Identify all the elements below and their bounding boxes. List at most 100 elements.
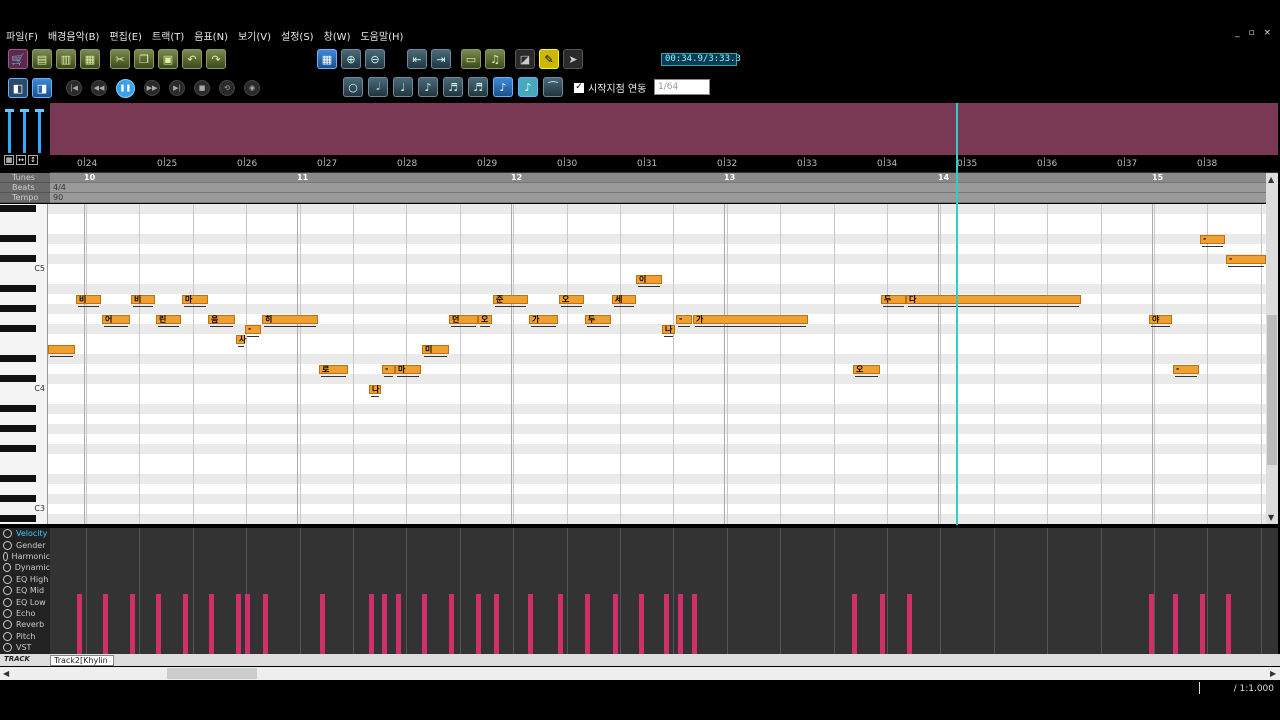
velocity-editor[interactable] <box>50 528 1278 654</box>
shift-right-icon[interactable]: ⇥ <box>431 49 451 69</box>
black-key[interactable] <box>0 425 36 432</box>
piano-keyboard[interactable]: C5 C4 C3 <box>0 204 48 524</box>
black-key[interactable] <box>0 445 36 452</box>
black-key[interactable] <box>0 255 36 262</box>
note-block[interactable] <box>693 315 808 324</box>
param-echo[interactable]: Echo <box>0 608 50 619</box>
song-overview[interactable] <box>50 103 1278 155</box>
forward-end-icon[interactable]: ▶| <box>169 80 185 96</box>
velocity-bar[interactable] <box>369 594 374 654</box>
velocity-bar[interactable] <box>156 594 161 654</box>
rewind-start-icon[interactable]: |◀ <box>66 80 82 96</box>
record-icon[interactable]: ◉ <box>244 80 260 96</box>
horizontal-scroll-thumb[interactable] <box>167 668 257 679</box>
velocity-bar[interactable] <box>494 594 499 654</box>
beats-row[interactable]: 4/4 <box>50 183 1266 193</box>
cut-icon[interactable]: ✂ <box>110 49 130 69</box>
velocity-bar[interactable] <box>263 594 268 654</box>
triplet-note-icon[interactable]: ♪ <box>518 77 538 97</box>
param-velocity[interactable]: Velocity <box>0 528 50 539</box>
velocity-bar[interactable] <box>678 594 683 654</box>
param-dynamic[interactable]: Dynamic <box>0 562 50 573</box>
pause-icon[interactable]: ❚❚ <box>116 78 135 98</box>
volume-fader[interactable] <box>5 109 14 153</box>
param-toggle-icon[interactable] <box>3 551 8 561</box>
param-pitch[interactable]: Pitch <box>0 631 50 642</box>
param-vst[interactable]: VST <box>0 642 50 653</box>
fast-forward-icon[interactable]: ▶▶ <box>144 80 160 96</box>
stop-icon[interactable]: ■ <box>194 80 210 96</box>
shift-left-icon[interactable]: ⇤ <box>407 49 427 69</box>
black-key[interactable] <box>0 405 36 412</box>
scroll-right-icon[interactable]: ▶ <box>1270 669 1276 678</box>
sync-start-checkbox[interactable]: ✓ 시작지점 연동 <box>574 80 646 95</box>
new-file-icon[interactable]: ▤ <box>32 49 52 69</box>
param-toggle-icon[interactable] <box>3 529 12 539</box>
velocity-bar[interactable] <box>476 594 481 654</box>
menu-item[interactable]: 창(W) <box>324 28 351 43</box>
param-toggle-icon[interactable] <box>3 631 12 641</box>
param-toggle-icon[interactable] <box>3 608 12 618</box>
black-key[interactable] <box>0 325 36 332</box>
param-eq-low[interactable]: EQ Low <box>0 596 50 607</box>
velocity-bar[interactable] <box>382 594 387 654</box>
note-block[interactable] <box>48 345 75 354</box>
tunes-row[interactable]: 10 11 12 13 14 15 <box>50 173 1266 183</box>
param-toggle-icon[interactable] <box>3 540 12 550</box>
param-toggle-icon[interactable] <box>3 643 12 653</box>
pointer-icon[interactable]: ➤ <box>563 49 583 69</box>
scroll-up-icon[interactable]: ▲ <box>1268 175 1274 184</box>
copy-icon[interactable]: ❐ <box>134 49 154 69</box>
fit-height-icon[interactable]: ↕ <box>28 155 38 165</box>
param-toggle-icon[interactable] <box>3 586 12 596</box>
velocity-bar[interactable] <box>907 594 912 654</box>
note-paper-icon[interactable]: ▭ <box>461 49 481 69</box>
velocity-bar[interactable] <box>639 594 644 654</box>
black-key[interactable] <box>0 285 36 292</box>
velocity-bar[interactable] <box>103 594 108 654</box>
black-key[interactable] <box>0 515 36 522</box>
param-toggle-icon[interactable] <box>3 597 12 607</box>
black-key[interactable] <box>0 305 36 312</box>
master-fader[interactable] <box>35 109 44 153</box>
velocity-bar[interactable] <box>1149 594 1154 654</box>
velocity-bar[interactable] <box>77 594 82 654</box>
rewind-icon[interactable]: ◀◀ <box>91 80 107 96</box>
redo-icon[interactable]: ↷ <box>206 49 226 69</box>
velocity-bar[interactable] <box>558 594 563 654</box>
eighth-note-icon[interactable]: ♪ <box>418 77 438 97</box>
menu-item[interactable]: 보기(V) <box>238 28 271 43</box>
velocity-bar[interactable] <box>880 594 885 654</box>
undo-icon[interactable]: ↶ <box>182 49 202 69</box>
half-note-icon[interactable]: 𝅗𝅥 <box>368 77 388 97</box>
param-toggle-icon[interactable] <box>3 563 11 573</box>
sixteenth-note-icon[interactable]: ♬ <box>443 77 463 97</box>
pan-fader[interactable] <box>20 109 29 153</box>
zoom-in-icon[interactable]: ⊕ <box>341 49 361 69</box>
music-note-icon[interactable]: ♫ <box>485 49 505 69</box>
zoom-out-icon[interactable]: ⊖ <box>365 49 385 69</box>
velocity-bar[interactable] <box>422 594 427 654</box>
open-file-icon[interactable]: ▥ <box>56 49 76 69</box>
note-block[interactable] <box>382 365 395 374</box>
black-key[interactable] <box>0 205 36 212</box>
param-gender[interactable]: Gender <box>0 539 50 550</box>
grid-view-icon[interactable]: ▦ <box>4 155 14 165</box>
scroll-down-icon[interactable]: ▼ <box>1268 513 1274 522</box>
menu-item[interactable]: 설정(S) <box>281 28 314 43</box>
fit-width-icon[interactable]: ↔ <box>16 155 26 165</box>
sixtyfourth-note-icon[interactable]: ♪ <box>493 77 513 97</box>
grid-icon[interactable]: ▦ <box>317 49 337 69</box>
velocity-bar[interactable] <box>1173 594 1178 654</box>
param-eq-high[interactable]: EQ High <box>0 574 50 585</box>
velocity-bar[interactable] <box>130 594 135 654</box>
menu-item[interactable]: 파일(F) <box>6 28 38 43</box>
menu-item[interactable]: 배경음악(B) <box>48 28 99 43</box>
param-toggle-icon[interactable] <box>3 574 12 584</box>
save-icon[interactable]: ▦ <box>80 49 100 69</box>
velocity-bar[interactable] <box>852 594 857 654</box>
tempo-row[interactable]: 90 <box>50 193 1266 203</box>
scroll-left-icon[interactable]: ◀ <box>3 669 9 678</box>
note-block[interactable] <box>906 295 1081 304</box>
velocity-bar[interactable] <box>209 594 214 654</box>
